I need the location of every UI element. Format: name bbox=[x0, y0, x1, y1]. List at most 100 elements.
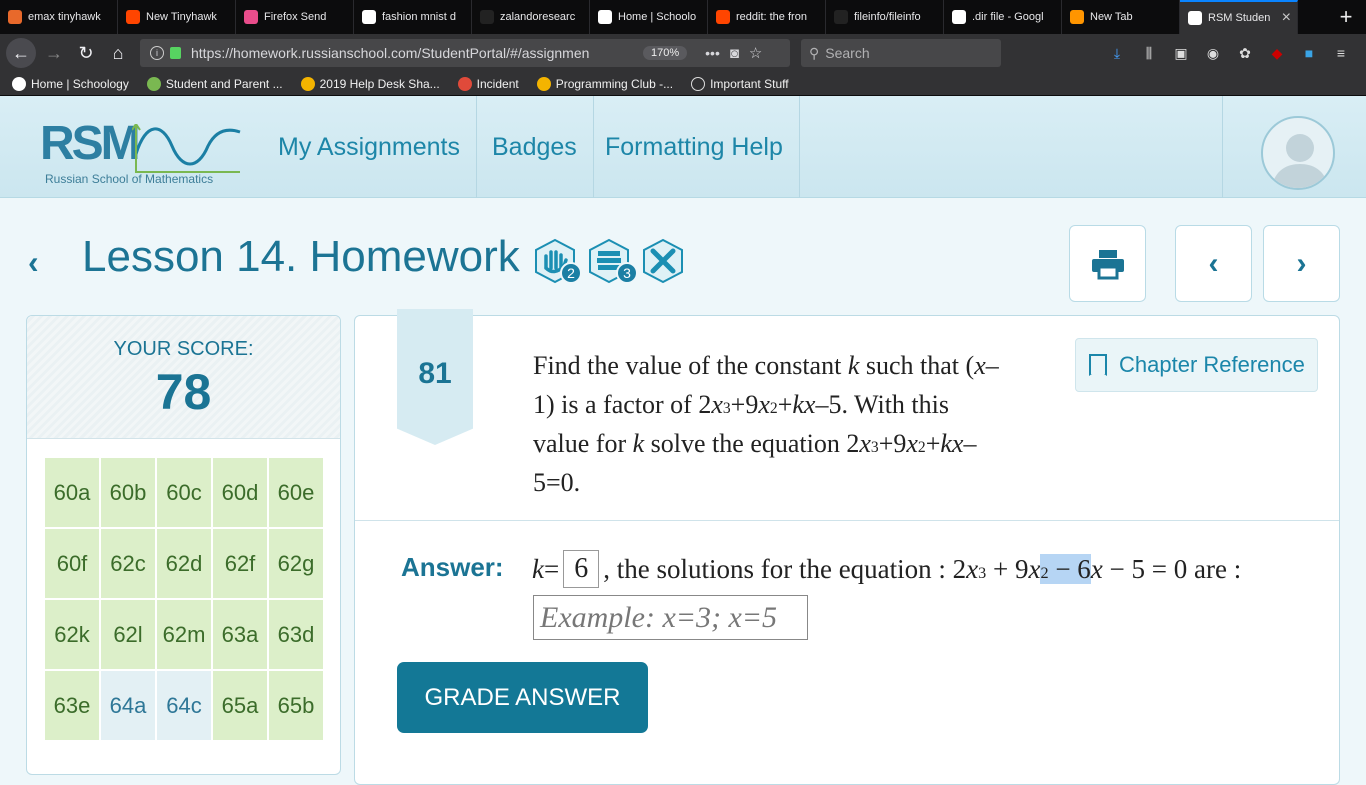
bookmark-item[interactable]: Student and Parent ... bbox=[146, 76, 283, 91]
problem-cell[interactable]: 62c bbox=[101, 529, 155, 598]
url-bar[interactable]: i https://homework.russianschool.com/Stu… bbox=[140, 39, 790, 67]
nav-badges[interactable]: Badges bbox=[476, 96, 594, 198]
bookmark-item[interactable]: 2019 Help Desk Sha... bbox=[300, 76, 440, 91]
previous-button[interactable]: ‹ bbox=[1175, 225, 1252, 302]
forward-button[interactable]: → bbox=[40, 39, 68, 67]
problem-cell[interactable]: 60b bbox=[101, 458, 155, 527]
browser-tab[interactable]: reddit: the fron bbox=[708, 0, 826, 34]
solutions-input[interactable]: Example: x=3; x=5 bbox=[533, 595, 808, 640]
chapter-reference-button[interactable]: Chapter Reference bbox=[1075, 338, 1318, 392]
url-text[interactable]: https://homework.russianschool.com/Stude… bbox=[191, 45, 631, 61]
rsm-icon bbox=[1188, 11, 1202, 25]
grade-answer-button[interactable]: GRADE ANSWER bbox=[397, 662, 648, 733]
problem-cell[interactable]: 62f bbox=[213, 529, 267, 598]
problem-cell[interactable]: 60f bbox=[45, 529, 99, 598]
menu-icon[interactable]: ≡ bbox=[1329, 45, 1353, 61]
extension-blue-icon[interactable]: ■ bbox=[1297, 45, 1321, 61]
ublock-icon[interactable]: ◆ bbox=[1265, 45, 1289, 62]
problem-cell[interactable]: 65b bbox=[269, 671, 323, 740]
tab-label: New Tinyhawk bbox=[146, 11, 217, 23]
back-button[interactable]: ← bbox=[6, 38, 36, 68]
bookmark-item[interactable]: Home | Schoology bbox=[12, 76, 129, 91]
problem-cell[interactable]: 63d bbox=[269, 600, 323, 669]
pocket-icon[interactable]: ◙ bbox=[730, 45, 739, 62]
browser-tab[interactable]: RSM Studen × bbox=[1180, 0, 1298, 34]
ruler-pencil-icon bbox=[643, 238, 683, 284]
next-button[interactable]: › bbox=[1263, 225, 1340, 302]
browser-tab[interactable]: .dir file - Googl bbox=[944, 0, 1062, 34]
library-icon[interactable]: ⫼ bbox=[1137, 45, 1161, 62]
rsm-logo[interactable]: RSM Russian School of Mathematics bbox=[40, 116, 250, 186]
page-actions-icon[interactable]: ••• bbox=[705, 45, 720, 61]
tab-label: New Tab bbox=[1090, 11, 1133, 23]
bookmark-item[interactable]: Programming Club -... bbox=[536, 76, 674, 91]
nav-formatting-help[interactable]: Formatting Help bbox=[589, 96, 800, 198]
parentvue-icon bbox=[146, 76, 161, 91]
bookmarks-bar: Home | Schoology Student and Parent ... 20… bbox=[0, 72, 1366, 96]
browser-tab[interactable]: Firefox Send bbox=[236, 0, 354, 34]
print-button[interactable] bbox=[1069, 225, 1146, 302]
new-tab-button[interactable]: + bbox=[1326, 0, 1366, 34]
logo-subtitle: Russian School of Mathematics bbox=[45, 172, 214, 186]
problem-cell[interactable]: 60d bbox=[213, 458, 267, 527]
extension-icon[interactable]: ✿ bbox=[1233, 45, 1257, 62]
browser-tab[interactable]: emax tinyhawk bbox=[0, 0, 118, 34]
tab-label: fileinfo/fileinfo bbox=[854, 11, 921, 23]
bookmark-item[interactable]: Incident bbox=[457, 76, 519, 91]
problem-cell[interactable]: 60c bbox=[157, 458, 211, 527]
nav-my-assignments[interactable]: My Assignments bbox=[262, 96, 478, 198]
reddit-icon bbox=[126, 10, 140, 24]
browser-tab[interactable]: fashion mnist d bbox=[354, 0, 472, 34]
logo-text: RSM bbox=[40, 117, 141, 170]
k-input[interactable]: 6 bbox=[563, 550, 600, 588]
problem-cell[interactable]: 64c bbox=[157, 671, 211, 740]
browser-tab[interactable]: Home | Schoolo bbox=[590, 0, 708, 34]
reload-button[interactable]: ↻ bbox=[72, 39, 100, 67]
problem-cell[interactable]: 62g bbox=[269, 529, 323, 598]
home-button[interactable]: ⌂ bbox=[104, 39, 132, 67]
problem-number-ribbon: 81 bbox=[397, 309, 473, 445]
chevron-left-icon: ‹ bbox=[1208, 246, 1219, 280]
problem-cell[interactable]: 65a bbox=[213, 671, 267, 740]
problem-cell[interactable]: 62d bbox=[157, 529, 211, 598]
bookmark-label: Student and Parent ... bbox=[165, 76, 283, 91]
browser-tab[interactable]: zalandoresearc bbox=[472, 0, 590, 34]
user-menu[interactable] bbox=[1222, 96, 1366, 198]
tools-badge[interactable] bbox=[640, 238, 686, 284]
back-chevron-icon[interactable]: ‹ bbox=[28, 244, 39, 281]
score-label: YOUR SCORE: bbox=[113, 338, 254, 360]
books-badge-count: 3 bbox=[616, 262, 638, 284]
site-header: RSM Russian School of Mathematics My Ass… bbox=[0, 96, 1366, 198]
problem-cell[interactable]: 62m bbox=[157, 600, 211, 669]
problem-cell[interactable]: 62k bbox=[45, 600, 99, 669]
browser-tab[interactable]: New Tab bbox=[1062, 0, 1180, 34]
hand-badge-count: 2 bbox=[560, 262, 582, 284]
bookmark-label: Programming Club -... bbox=[555, 76, 674, 91]
incident-icon bbox=[457, 76, 472, 91]
problem-cell[interactable]: 62l bbox=[101, 600, 155, 669]
github-icon bbox=[480, 10, 494, 24]
zoom-level[interactable]: 170% bbox=[643, 46, 688, 60]
problem-card: 81 Find the value of the constant k such… bbox=[354, 309, 1340, 785]
info-icon[interactable]: i bbox=[150, 46, 164, 60]
problem-cell[interactable]: 60e bbox=[269, 458, 323, 527]
account-icon[interactable]: ◉ bbox=[1201, 45, 1225, 62]
problem-cell[interactable]: 64a bbox=[101, 671, 155, 740]
download-icon[interactable]: ⤓ bbox=[1105, 45, 1129, 62]
problem-cell[interactable]: 63e bbox=[45, 671, 99, 740]
close-tab-icon[interactable]: × bbox=[1282, 9, 1291, 27]
bookmark-star-icon[interactable]: ☆ bbox=[749, 44, 762, 62]
sidebar-icon[interactable]: ▣ bbox=[1169, 45, 1193, 62]
drive-icon bbox=[536, 76, 551, 91]
search-input[interactable]: ⚲ Search bbox=[801, 39, 1001, 67]
browser-tab[interactable]: fileinfo/fileinfo bbox=[826, 0, 944, 34]
hand-badge[interactable]: 2 bbox=[532, 238, 582, 284]
google-icon bbox=[362, 10, 376, 24]
problem-cell[interactable]: 63a bbox=[213, 600, 267, 669]
bookmark-item[interactable]: Important Stuff bbox=[691, 76, 789, 91]
github-icon bbox=[834, 10, 848, 24]
avatar[interactable] bbox=[1261, 116, 1335, 190]
browser-tab[interactable]: New Tinyhawk bbox=[118, 0, 236, 34]
problem-cell[interactable]: 60a bbox=[45, 458, 99, 527]
books-badge[interactable]: 3 bbox=[586, 238, 638, 284]
